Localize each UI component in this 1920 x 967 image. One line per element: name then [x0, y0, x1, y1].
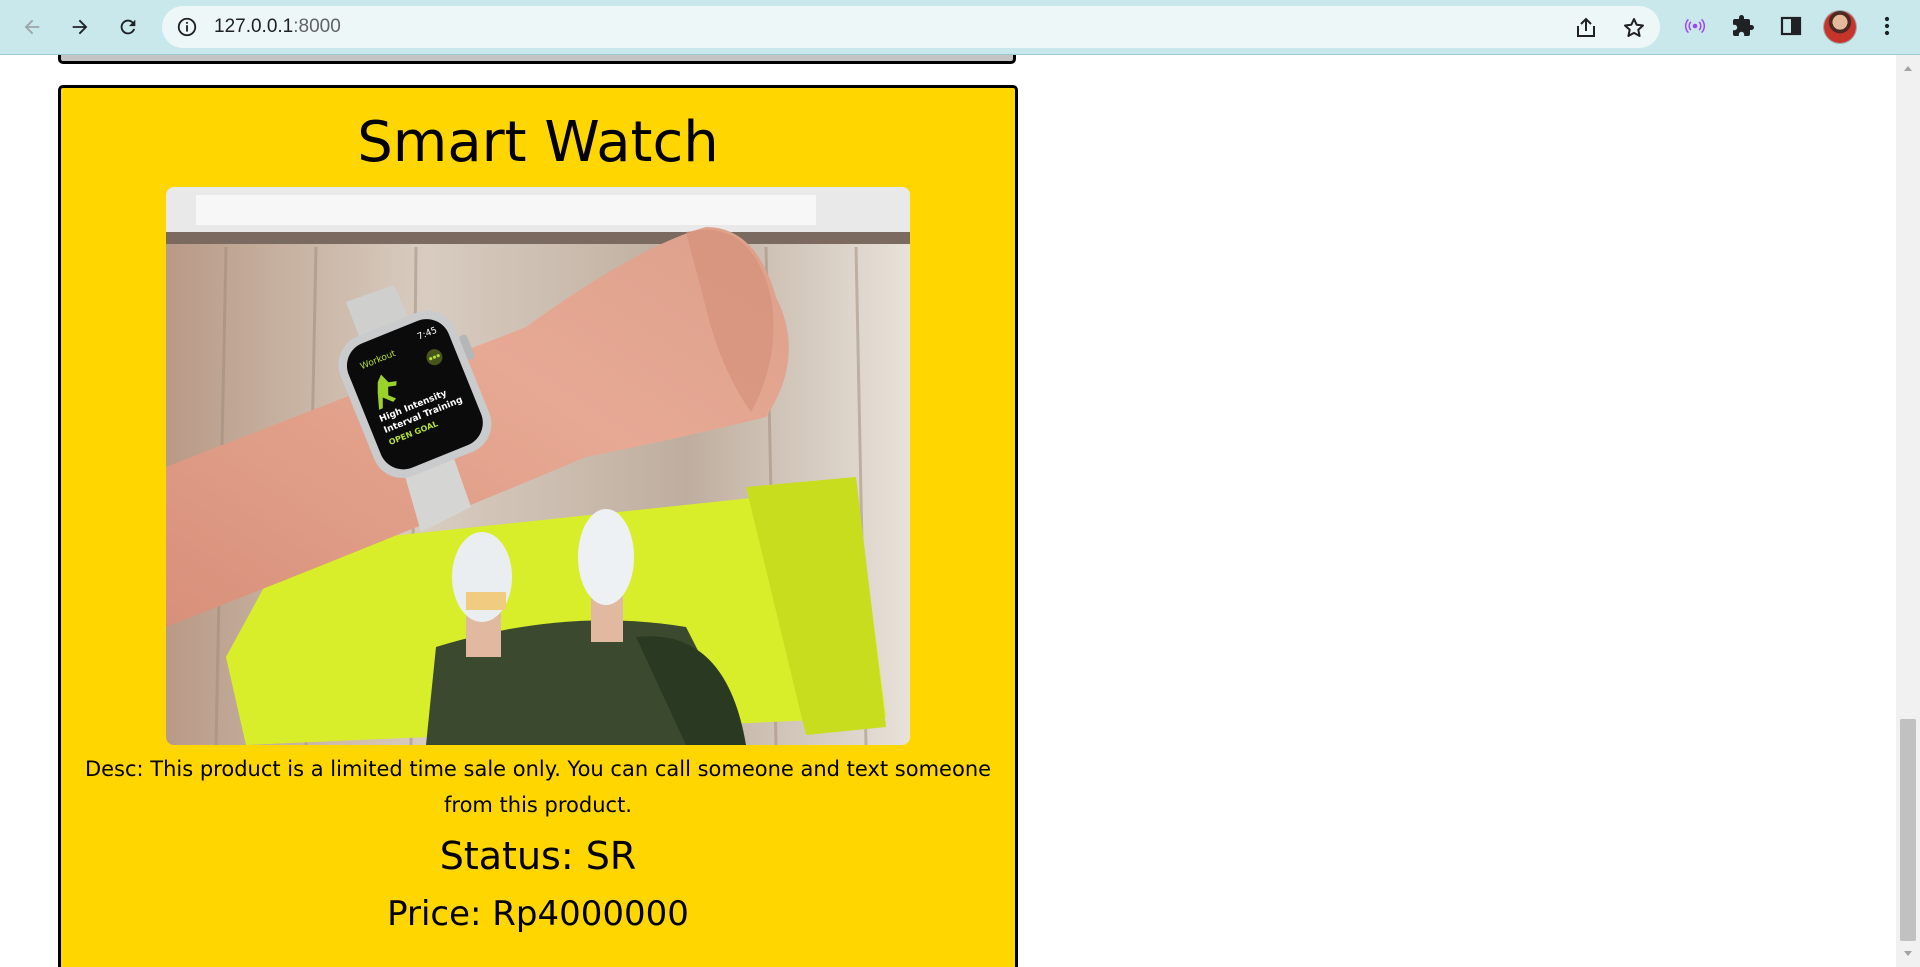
reload-button[interactable] — [110, 9, 146, 45]
product-price: Price: Rp4000000 — [387, 894, 689, 934]
vertical-scrollbar[interactable] — [1896, 55, 1920, 967]
scroll-up-arrow-icon[interactable] — [1900, 61, 1916, 77]
url-port: :8000 — [293, 16, 341, 37]
url-host: 127.0.0.1 — [214, 16, 294, 37]
extensions-puzzle-icon[interactable] — [1730, 13, 1756, 39]
more-menu-icon[interactable] — [1874, 13, 1900, 39]
bookmark-star-icon[interactable] — [1622, 16, 1646, 40]
cast-media-icon[interactable] — [1682, 13, 1708, 39]
forward-button[interactable] — [62, 9, 98, 45]
scrollbar-thumb[interactable] — [1900, 719, 1916, 941]
page-viewport: Smart Watch Workout 7:45 High Intensity … — [0, 55, 1896, 967]
product-card: Smart Watch Workout 7:45 High Intensity … — [58, 85, 1018, 967]
scroll-down-arrow-icon[interactable] — [1900, 945, 1916, 961]
product-image: Workout 7:45 High Intensity Interval Tra… — [166, 187, 910, 745]
arrow-right-icon — [72, 19, 88, 35]
share-icon[interactable] — [1574, 16, 1598, 40]
arrow-left-icon — [24, 19, 40, 35]
product-title: Smart Watch — [357, 110, 719, 175]
product-description: Desc: This product is a limited time sal… — [84, 757, 992, 817]
reload-icon — [120, 19, 136, 35]
browser-toolbar: 127.0.0.1:8000 — [0, 0, 1920, 55]
back-button[interactable] — [14, 9, 50, 45]
url-text: 127.0.0.1:8000 — [214, 6, 341, 48]
site-info-icon[interactable] — [176, 16, 198, 38]
product-status: Status: SR — [439, 834, 637, 878]
profile-avatar[interactable] — [1824, 11, 1856, 43]
address-bar[interactable]: 127.0.0.1:8000 — [162, 6, 1660, 48]
side-panel-icon[interactable] — [1778, 13, 1804, 39]
smart-watch-photo: Workout 7:45 High Intensity Interval Tra… — [166, 187, 910, 745]
previous-product-card — [58, 55, 1016, 64]
